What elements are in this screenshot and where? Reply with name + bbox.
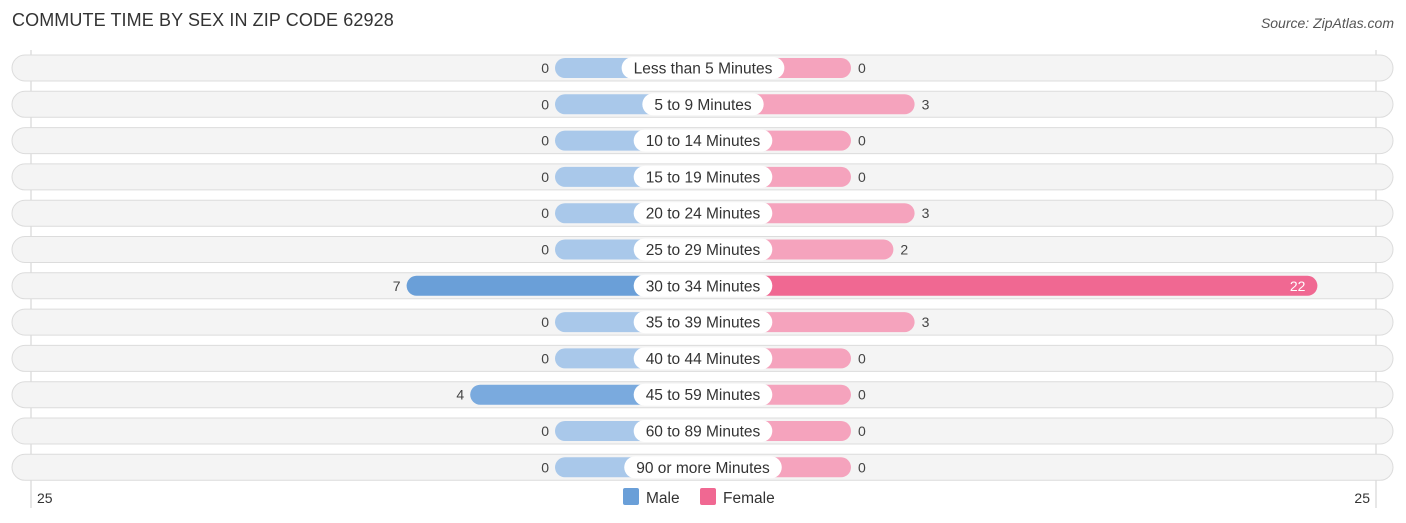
female-value-label: 3	[922, 96, 930, 112]
category-label: 30 to 34 Minutes	[646, 278, 761, 295]
category-label: Less than 5 Minutes	[634, 61, 773, 78]
female-value-label: 22	[1290, 278, 1306, 294]
category-label: 15 to 19 Minutes	[646, 169, 761, 186]
female-value-label: 3	[922, 314, 930, 330]
category-label: 5 to 9 Minutes	[654, 97, 752, 114]
chart: 0 0 Less than 5 Minutes 0 3 5 to 9 Minutes 0 0 1…	[11, 50, 1394, 508]
male-value-label: 0	[541, 459, 549, 475]
female-value-label: 0	[858, 60, 866, 76]
male-value-label: 0	[541, 423, 549, 439]
male-value-label: 0	[541, 169, 549, 185]
legend-swatch-female	[700, 488, 716, 505]
category-label: 90 or more Minutes	[636, 460, 770, 477]
male-value-label: 0	[541, 314, 549, 330]
legend-label-female: Female	[723, 490, 775, 507]
male-value-label: 0	[541, 96, 549, 112]
male-value-label: 0	[541, 205, 549, 221]
female-value-label: 2	[900, 242, 908, 258]
female-value-label: 0	[858, 387, 866, 403]
male-value-label: 0	[541, 242, 549, 258]
category-label: 60 to 89 Minutes	[646, 424, 761, 441]
male-value-label: 0	[541, 350, 549, 366]
female-value-label: 3	[922, 205, 930, 221]
male-value-label: 4	[456, 387, 464, 403]
female-value-label: 0	[858, 350, 866, 366]
male-value-label: 7	[393, 278, 401, 294]
legend-label-male: Male	[646, 490, 680, 507]
category-label: 45 to 59 Minutes	[646, 387, 761, 404]
category-label: 25 to 29 Minutes	[646, 242, 761, 259]
male-value-label: 0	[541, 60, 549, 76]
category-label: 10 to 14 Minutes	[646, 133, 761, 150]
female-value-label: 0	[858, 423, 866, 439]
female-value-label: 0	[858, 459, 866, 475]
male-value-label: 0	[541, 133, 549, 149]
female-value-label: 0	[858, 133, 866, 149]
axis-label-right: 25	[1354, 490, 1370, 506]
axis-label-left: 25	[37, 490, 53, 506]
category-label: 20 to 24 Minutes	[646, 206, 761, 223]
legend-swatch-male	[623, 488, 639, 505]
category-label: 35 to 39 Minutes	[646, 315, 761, 332]
category-label: 40 to 44 Minutes	[646, 351, 761, 368]
female-bar	[703, 275, 1318, 296]
female-value-label: 0	[858, 169, 866, 185]
